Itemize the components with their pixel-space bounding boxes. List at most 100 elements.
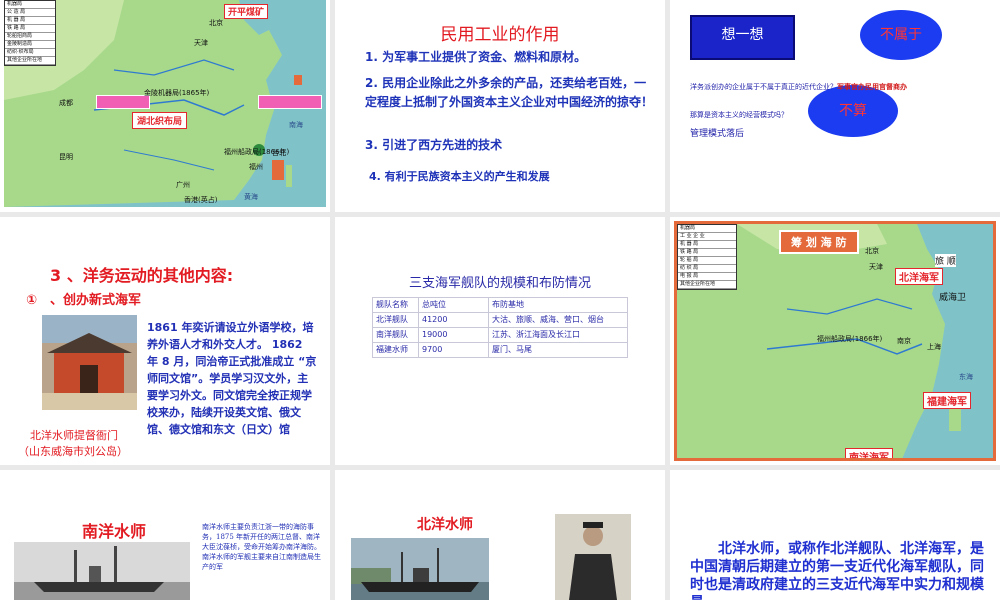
table-cell: 福建水师 — [372, 342, 419, 358]
legend-row: 轮船招商局 — [5, 33, 55, 41]
map-legend: 机器局 工 业 企 业 机 器 局 铁 路 局 轮 船 局 纺 织 局 电 报 … — [677, 224, 737, 290]
map-label: 黄海 — [244, 193, 258, 201]
legend-row: 纺 织 局 — [678, 265, 736, 273]
table-cell: 北洋舰队 — [372, 312, 419, 328]
lvshun-label: 旅 顺 — [935, 254, 956, 267]
map-label: 天津 — [194, 39, 208, 47]
table-cell: 南洋舰队 — [372, 327, 419, 343]
north-fleet-tag: 北洋海军 — [895, 268, 943, 285]
header-cell: 布防基地 — [488, 297, 628, 313]
slide-title: 南洋水师 — [82, 522, 147, 541]
table-cell: 41200 — [418, 312, 489, 328]
bubble-not-count: 不算 — [808, 85, 898, 137]
nanyang-body: 南洋水师主要负责江浙一带的海防事务，1875 年新开任的两江总督、南洋大臣沈葆桢… — [202, 523, 321, 571]
think-banner: 想一想 — [690, 15, 795, 60]
photo-caption-2: （山东威海市刘公岛） — [18, 445, 128, 458]
header-cell: 总吨位 — [418, 297, 489, 313]
section-heading: 3 、洋务运动的其他内容: — [50, 266, 234, 285]
slide-4[interactable]: 3 、洋务运动的其他内容: ① 、创办新式海军 1861 年奕䜣请设立外语学校，… — [0, 217, 330, 465]
slide-5[interactable]: 三支海军舰队的规模和布防情况 舰队名称 总吨位 布防基地 北洋舰队 41200 … — [335, 217, 665, 465]
question-2: 那算是资本主义的经营模式吗？ — [690, 111, 788, 119]
legend-row: 铁 路 局 — [678, 249, 736, 257]
bubble-not-belong: 不属于 — [860, 10, 942, 60]
legend-row: 机器局 — [678, 225, 736, 233]
pink-highlight-right — [258, 95, 322, 109]
map-legend: 机器局 公 造 局 机 器 局 铁 路 局 轮船招商局 金陵制造局 纺织·织布局… — [4, 0, 56, 66]
map-label: 福州船政局(1866年) — [817, 335, 883, 343]
map-label: 东海 — [959, 373, 973, 381]
map-label: 北京 — [865, 247, 879, 255]
map-label: 昆明 — [59, 153, 73, 161]
slide-1[interactable]: 机器局 公 造 局 机 器 局 铁 路 局 轮船招商局 金陵制造局 纺织·织布局… — [0, 0, 330, 212]
admiral-portrait-photo — [555, 514, 631, 600]
table-header-row: 舰队名称 总吨位 布防基地 — [372, 297, 628, 313]
hubei-weaving-tag: 湖北织布局 — [132, 112, 188, 129]
map-label: 成都 — [59, 99, 73, 107]
legend-row: 铁 路 局 — [5, 25, 55, 33]
table-cell: 厦门、马尾 — [488, 342, 628, 358]
table-row: 北洋舰队 41200 大沽、旅顺、威海、营口、烟台 — [372, 312, 628, 328]
answer-1-text: 军事官办民用官督商办 — [837, 83, 907, 91]
legend-row: 电 报 局 — [678, 273, 736, 281]
map-label: 南海 — [289, 121, 303, 129]
beiyang-warship-photo — [351, 538, 489, 600]
point-4: 4. 有利于民族资本主义的产生和发展 — [369, 170, 550, 183]
map-label: 广州 — [176, 181, 190, 189]
legend-row: 轮 船 局 — [678, 257, 736, 265]
beiyang-body: 北洋水师，或称作北洋舰队、北洋海军，是中国清朝后期建立的第一支近代化海军舰队，同… — [690, 541, 984, 600]
yangwu-enterprise-map: 机器局 公 造 局 机 器 局 铁 路 局 轮船招商局 金陵制造局 纺织·织布局… — [4, 0, 326, 207]
point-3: 3. 引进了西方先进的技术 — [365, 138, 503, 152]
south-fleet-tag: 南洋海军 — [845, 448, 893, 458]
nanyang-warship-photo — [14, 542, 190, 600]
slide-6[interactable]: 筹 划 海 防 机器局 工 业 企 业 机 器 局 铁 路 局 轮 船 局 纺 … — [670, 217, 1000, 465]
coastal-defense-map: 筹 划 海 防 机器局 工 业 企 业 机 器 局 铁 路 局 轮 船 局 纺 … — [674, 221, 996, 461]
legend-row: 机器局 — [5, 1, 55, 9]
map-label: 北京 — [209, 19, 223, 27]
table-cell: 江苏、浙江海面及长江口 — [488, 327, 628, 343]
point-1: 1. 为军事工业提供了资金、燃料和原材。 — [365, 50, 587, 64]
map-label: 金陵机器局(1865年) — [144, 89, 210, 97]
kaiping-coal-mine-tag: 开平煤矿 — [224, 4, 269, 19]
legend-row: 金陵制造局 — [5, 41, 55, 49]
legend-row: 机 器 局 — [678, 241, 736, 249]
fleet-table: 舰队名称 总吨位 布防基地 北洋舰队 41200 大沽、旅顺、威海、营口、烟台 … — [372, 297, 628, 358]
slide-3[interactable]: 想一想 不属于 不算 洋务派创办的企业属于不属于真正的近代企业？军事官办民用官督… — [670, 0, 1000, 212]
slide-title: 北洋水师 — [417, 517, 473, 533]
fujian-fleet-tag: 福建海军 — [923, 392, 971, 409]
section-subheading: ① 、创办新式海军 — [26, 293, 142, 308]
table-cell: 9700 — [418, 342, 489, 358]
legend-row: 其他企业所在地 — [5, 57, 55, 65]
map-label: 福州 — [249, 163, 263, 171]
answer-2: 管理模式落后 — [690, 129, 745, 139]
slide-2[interactable]: 民用工业的作用 1. 为军事工业提供了资金、燃料和原材。 2. 民用企业除此之外… — [335, 0, 665, 212]
table-title: 三支海军舰队的规模和布防情况 — [408, 276, 591, 291]
legend-row: 工 业 企 业 — [678, 233, 736, 241]
map-label: 台北 — [272, 149, 286, 157]
table-row: 南洋舰队 19000 江苏、浙江海面及长江口 — [372, 327, 628, 343]
map-label: 南京 — [897, 337, 911, 345]
header-cell: 舰队名称 — [372, 297, 419, 313]
point-2: 2. 民用企业除此之外多余的产品，还卖给老百姓，一定程度上抵制了外国资本主义企业… — [365, 76, 654, 109]
beiyang-yamen-photo — [42, 315, 137, 410]
legend-row: 纺织·织布局 — [5, 49, 55, 57]
slide-8[interactable]: 北洋水师 — [335, 470, 665, 600]
legend-row: 公 造 局 — [5, 9, 55, 17]
legend-row: 其他企业所在地 — [678, 281, 736, 289]
weihaiwei-label: 威海卫 — [939, 293, 967, 303]
table-cell: 19000 — [418, 327, 489, 343]
photo-caption-1: 北洋水师提督衙门 — [30, 429, 118, 442]
slide-9[interactable]: 北洋水师，或称作北洋舰队、北洋海军，是中国清朝后期建立的第一支近代化海军舰队，同… — [670, 470, 1000, 600]
defense-banner: 筹 划 海 防 — [779, 230, 859, 254]
pink-highlight-left — [96, 95, 150, 109]
tongwenguan-body: 1861 年奕䜣请设立外语学校，培养外语人才和外交人才。 1862 年 8 月，… — [147, 321, 317, 436]
table-cell: 大沽、旅顺、威海、营口、烟台 — [488, 312, 628, 328]
slide-title: 民用工业的作用 — [440, 25, 560, 45]
legend-row: 机 器 局 — [5, 17, 55, 25]
slide-7[interactable]: 南洋水师 南洋水师主要负责江浙一带的海防事务，1875 年新开任的两江总督、南洋… — [0, 470, 330, 600]
map-label: 天津 — [869, 263, 883, 271]
question-1-text: 洋务派创办的企业属于不属于真正的近代企业？ — [690, 83, 837, 91]
map-label: 香港(英占) — [184, 196, 218, 204]
table-row: 福建水师 9700 厦门、马尾 — [372, 342, 628, 358]
map-label: 上海 — [927, 343, 941, 351]
question-1: 洋务派创办的企业属于不属于真正的近代企业？军事官办民用官督商办 — [690, 82, 907, 92]
